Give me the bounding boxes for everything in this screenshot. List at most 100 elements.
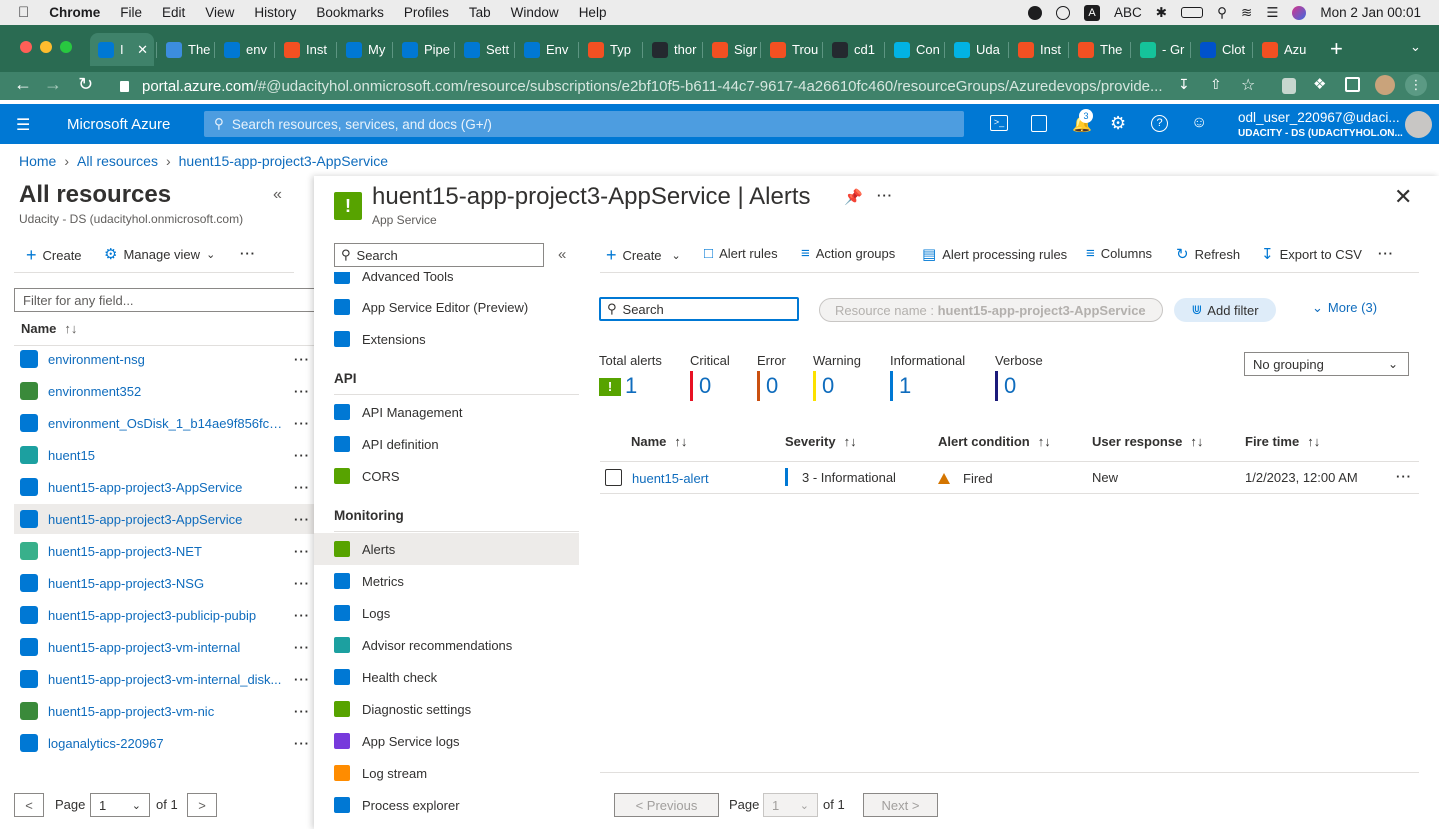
toolbar-more-icon[interactable]: ··· [1378, 246, 1394, 261]
menu-item-extensions[interactable]: Extensions [334, 323, 579, 355]
resource-row[interactable]: huent15-app-project3-vm-internal ··· [14, 632, 314, 662]
extension-icon[interactable] [1282, 78, 1296, 94]
menu-edit[interactable]: Edit [162, 5, 185, 20]
row-more-icon[interactable]: ··· [294, 480, 310, 495]
resource-name-link[interactable]: loganalytics-220967 [48, 736, 286, 751]
row-more-icon[interactable]: ··· [294, 704, 310, 719]
install-icon[interactable]: ↧ [1178, 76, 1190, 93]
new-tab-button[interactable]: + [1330, 36, 1343, 62]
menu-item-logs[interactable]: Logs [334, 597, 579, 629]
spotlight-icon[interactable]: ⚲ [1217, 5, 1227, 21]
resource-name-link[interactable]: huent15-app-project3-NSG [48, 576, 286, 591]
browser-tab[interactable]: I ✕ [90, 33, 154, 66]
resource-row[interactable]: environment-nsg ··· [14, 344, 314, 374]
resource-name-link[interactable]: huent15-app-project3-AppService [48, 480, 286, 495]
column-header[interactable]: Fire time ↑↓ [1245, 434, 1320, 449]
alert-processing-rules-button[interactable]: ▤ Alert processing rules [922, 245, 1067, 263]
stop-icon[interactable] [1028, 5, 1043, 20]
account-name[interactable]: odl_user_220967@udaci... [1238, 110, 1400, 125]
alert-rules-button[interactable]: □ Alert rules [704, 245, 778, 262]
menu-item-app-service-logs[interactable]: App Service logs [334, 725, 579, 757]
breadcrumb-home[interactable]: Home [19, 153, 56, 169]
collapse-menu-icon[interactable]: « [558, 246, 566, 263]
resource-row[interactable]: huent15-app-project3-vm-internal_disk...… [14, 664, 314, 694]
menu-item-log-stream[interactable]: Log stream [334, 757, 579, 789]
blade-more-icon[interactable]: ··· [877, 188, 893, 203]
breadcrumb-resource[interactable]: huent15-app-project3-AppService [179, 153, 388, 169]
column-header[interactable]: User response ↑↓ [1092, 434, 1203, 449]
browser-tab[interactable]: The [1072, 33, 1128, 66]
browser-tab[interactable]: Inst [278, 33, 334, 66]
forward-icon[interactable]: → [44, 74, 62, 95]
row-more-icon[interactable]: ··· [294, 448, 310, 463]
action-groups-button[interactable]: ≡ Action groups [801, 245, 895, 262]
menu-item-diagnostic-settings[interactable]: Diagnostic settings [334, 693, 579, 725]
browser-tab[interactable]: Sigr [706, 33, 762, 66]
more-actions-icon[interactable]: ··· [240, 246, 256, 261]
row-more-icon[interactable]: ··· [294, 352, 310, 367]
directories-icon[interactable] [1031, 115, 1047, 132]
resource-name-link[interactable]: huent15-app-project3-vm-internal [48, 640, 286, 655]
menu-item-metrics[interactable]: Metrics [334, 565, 579, 597]
menu-help[interactable]: Help [579, 5, 607, 20]
resource-row[interactable]: huent15-app-project3-AppService ··· [14, 504, 314, 534]
lock-icon[interactable] [120, 80, 129, 92]
resource-name-link[interactable]: huent15-app-project3-NET [48, 544, 286, 559]
clock[interactable]: Mon 2 Jan 00:01 [1320, 5, 1421, 20]
menu-item-process-explorer[interactable]: Process explorer [334, 789, 579, 821]
menu-view[interactable]: View [205, 5, 234, 20]
column-header[interactable]: Name ↑↓ [631, 434, 687, 449]
close-icon[interactable]: ✕ [1394, 184, 1412, 210]
breadcrumb-all-resources[interactable]: All resources [77, 153, 158, 169]
azure-brand[interactable]: Microsoft Azure [67, 116, 170, 133]
summary-count[interactable]: 0 [1004, 373, 1016, 399]
create-button[interactable]: + Create [26, 245, 82, 266]
resource-row[interactable]: huent15-app-project3-NET ··· [14, 536, 314, 566]
resource-name-filter-pill[interactable]: Resource name : huent15-app-project3-App… [819, 298, 1163, 322]
resource-row[interactable]: huent15-app-project3-vm-nic ··· [14, 696, 314, 726]
resource-name-link[interactable]: environment-nsg [48, 352, 286, 367]
browser-tab[interactable]: cd1 [826, 33, 882, 66]
columns-button[interactable]: ≡ Columns [1086, 245, 1152, 262]
extensions-puzzle-icon[interactable]: ❖ [1313, 75, 1326, 93]
menu-search-input[interactable]: ⚲ Search [334, 243, 544, 267]
alerts-search-input[interactable]: ⚲ Search [599, 297, 799, 321]
row-more-icon[interactable]: ··· [294, 608, 310, 623]
account-avatar[interactable] [1405, 111, 1432, 138]
app-name[interactable]: Chrome [49, 5, 100, 20]
menu-item-alerts[interactable]: Alerts [314, 533, 579, 565]
next-page-button[interactable]: Next > [863, 793, 938, 817]
name-column-header[interactable]: Name ↑↓ [21, 321, 77, 336]
cloud-shell-icon[interactable]: >_ [990, 115, 1008, 131]
resource-row[interactable]: huent15-app-project3-AppService ··· [14, 472, 314, 502]
summary-count[interactable]: 1 [625, 373, 637, 399]
menu-item-advisor-recommendations[interactable]: Advisor recommendations [334, 629, 579, 661]
pager-page-select[interactable]: 1 ⌄ [763, 793, 818, 817]
resource-row[interactable]: environment352 ··· [14, 376, 314, 406]
pin-icon[interactable]: 📌 [844, 188, 863, 206]
menu-bookmarks[interactable]: Bookmarks [316, 5, 384, 20]
account-tenant[interactable]: UDACITY - DS (UDACITYHOL.ON... [1238, 128, 1403, 139]
summary-count[interactable]: 0 [699, 373, 711, 399]
filter-input[interactable]: Filter for any field... [14, 288, 319, 312]
tab-search-icon[interactable]: ⌄ [1410, 39, 1421, 55]
browser-tab[interactable]: Clot [1194, 33, 1250, 66]
resource-name-link[interactable]: environment_OsDisk_1_b14ae9f856fc48... [48, 416, 286, 431]
play-icon[interactable] [1056, 5, 1071, 20]
collapse-pane-icon[interactable]: « [273, 186, 282, 204]
add-filter-button[interactable]: ⋓ Add filter [1174, 298, 1276, 322]
menu-file[interactable]: File [120, 5, 142, 20]
browser-tab[interactable]: Sett [458, 33, 514, 66]
row-more-icon[interactable]: ··· [294, 640, 310, 655]
create-alert-button[interactable]: + Create ⌄ [606, 245, 681, 266]
browser-tab[interactable]: Trou [764, 33, 820, 66]
url-bar[interactable]: portal.azure.com/#@udacityhol.onmicrosof… [110, 74, 1170, 98]
column-header[interactable]: Severity ↑↓ [785, 434, 857, 449]
export-csv-button[interactable]: ↧ Export to CSV [1261, 245, 1362, 263]
menu-tab[interactable]: Tab [469, 5, 491, 20]
bluetooth-icon[interactable]: ✱ [1156, 5, 1167, 21]
row-more-icon[interactable]: ··· [294, 736, 310, 751]
profile-avatar[interactable] [1375, 75, 1395, 95]
page-select[interactable]: 1 ⌄ [90, 793, 150, 817]
menu-item-cors[interactable]: CORS [334, 460, 579, 492]
